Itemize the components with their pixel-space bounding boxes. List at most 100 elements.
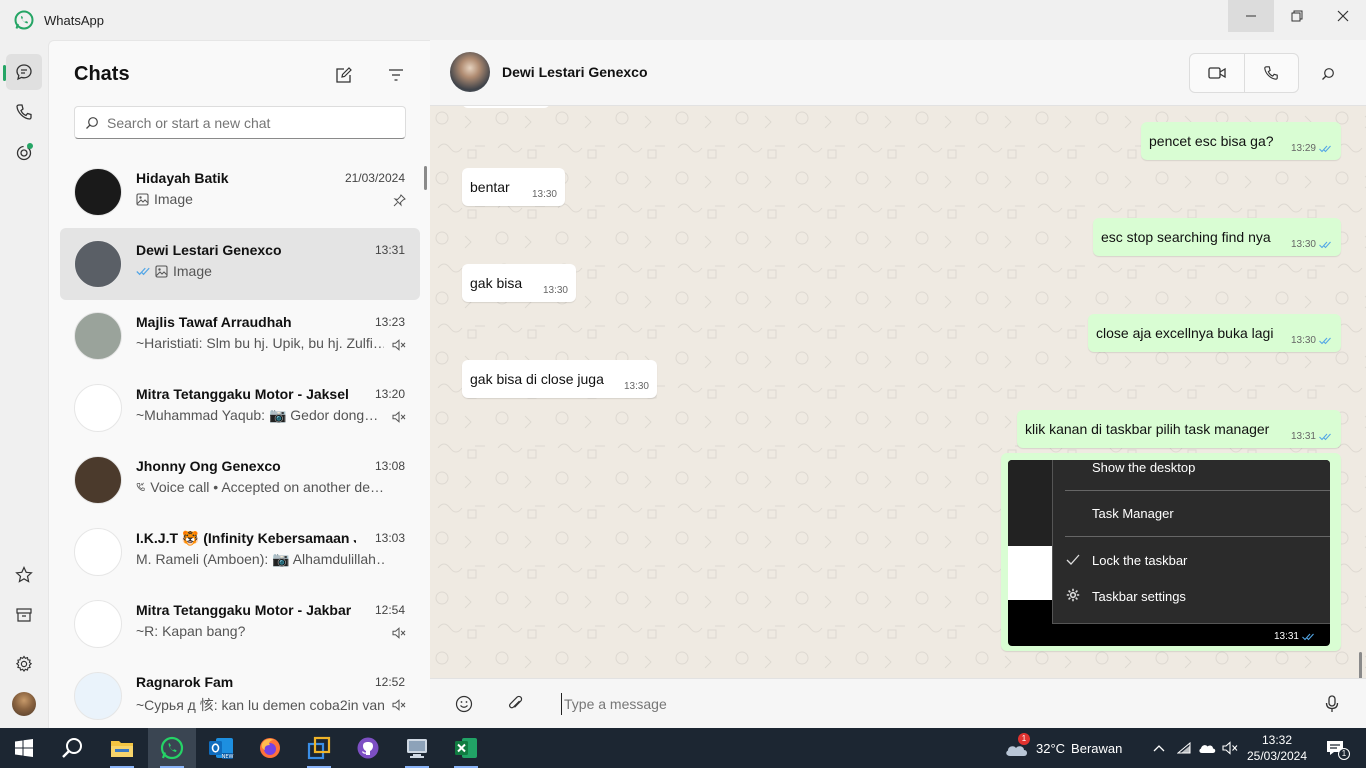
message-text: pencet esc bisa ga? [1149, 133, 1274, 149]
chat-item[interactable]: Majlis Tawaf Arraudhah 13:23 ~Haristiati: … [60, 300, 420, 372]
search-in-chat-button[interactable] [1316, 62, 1340, 86]
voice-message-button[interactable] [1320, 692, 1344, 716]
chat-avatar [74, 312, 122, 360]
message-text: gak bisa [470, 275, 523, 291]
star-icon [15, 566, 33, 583]
close-icon [1337, 10, 1349, 22]
calls-nav-button[interactable] [6, 94, 42, 130]
chat-time: 13:23 [374, 315, 405, 329]
svg-text:NEW: NEW [222, 754, 234, 760]
outgoing-message[interactable]: pencet esc bisa ga? 13:29 [1141, 122, 1341, 160]
image-message[interactable]: Show the desktop Task Manager Lock the t… [1001, 453, 1341, 651]
chat-preview-text: Image [173, 263, 212, 279]
chat-preview-text: ~Сурья д 㤥: kan lu demen coba2in van [136, 697, 384, 713]
chat-item[interactable]: Dewi Lestari Genexco 13:31 Image [60, 228, 420, 300]
minimize-button[interactable] [1228, 0, 1274, 32]
chat-name: Mitra Tetanggaku Motor - Jaksel [136, 386, 349, 402]
emoji-button[interactable] [452, 692, 476, 716]
voice-call-button[interactable] [1245, 54, 1299, 92]
taskbar-outlook[interactable]: NEW [197, 728, 245, 768]
archive-icon [16, 608, 32, 622]
compose-icon [336, 67, 352, 83]
weather-widget[interactable]: 1 32°C Berawan [1004, 728, 1122, 768]
contact-avatar[interactable] [450, 52, 490, 92]
chat-avatar [74, 384, 122, 432]
outgoing-message[interactable]: close aja excellnya buka lagi 13:30 [1088, 314, 1341, 352]
chat-item[interactable]: Mitra Tetanggaku Motor - Jakbar 12:54 ~R: … [60, 588, 420, 660]
new-chat-button[interactable] [332, 63, 356, 87]
taskbar-search-button[interactable] [48, 728, 96, 768]
screenshot-image[interactable]: Show the desktop Task Manager Lock the t… [1008, 460, 1330, 646]
starred-nav-button[interactable] [6, 557, 42, 593]
restore-icon [1291, 10, 1303, 22]
onedrive-status[interactable] [1197, 738, 1217, 758]
voice-call-icon [136, 482, 145, 491]
settings-nav-button[interactable] [6, 646, 42, 682]
incoming-message[interactable]: gak bisa di close juga 13:30 [462, 360, 657, 398]
system-clock[interactable]: 13:32 25/03/2024 [1240, 732, 1314, 764]
search-input[interactable] [107, 114, 387, 131]
chats-nav-button[interactable] [6, 54, 42, 90]
outgoing-message[interactable]: klik kanan di taskbar pilih task manager… [1017, 410, 1341, 448]
taskbar-firefox[interactable] [246, 728, 294, 768]
taskbar-file-explorer[interactable] [98, 728, 146, 768]
notification-count: 1 [1338, 748, 1350, 760]
attach-button[interactable] [504, 692, 528, 716]
taskbar-whatsapp[interactable] [148, 728, 196, 768]
chat-avatar [74, 168, 122, 216]
chat-avatar [74, 672, 122, 720]
phone-icon [1264, 66, 1279, 80]
taskbar-remote-desktop[interactable] [393, 728, 441, 768]
message-area: pencet esc bisa ga? 13:29 bentar 13:30 esc s… [430, 106, 1366, 678]
partial-message-top [462, 106, 550, 108]
paperclip-icon [509, 695, 523, 709]
chat-time: 13:03 [374, 531, 405, 545]
profile-nav-button[interactable] [6, 686, 42, 722]
chat-preview-text: ~Muhammad Yaqub: 📷 Gedor dong… [136, 407, 379, 423]
show-hidden-icons-button[interactable] [1149, 738, 1169, 758]
message-meta: 13:30 [1291, 239, 1331, 250]
call-buttons [1189, 53, 1299, 93]
filter-button[interactable] [384, 63, 408, 87]
menu-separator [1065, 536, 1330, 537]
double-tick-icon [136, 267, 150, 275]
archived-nav-button[interactable] [6, 597, 42, 633]
phone-icon [16, 104, 32, 120]
start-button[interactable] [0, 728, 48, 768]
video-call-button[interactable] [1190, 54, 1245, 92]
chat-item[interactable]: Jhonny Ong Genexco 13:08 Voice call • Acce… [60, 444, 420, 516]
message-input[interactable] [561, 693, 1301, 715]
close-button[interactable] [1320, 0, 1366, 32]
message-timestamp: 13:30 [1290, 335, 1316, 346]
incoming-message[interactable]: bentar 13:30 [462, 168, 565, 206]
taskbar-github-desktop[interactable] [344, 728, 392, 768]
chevron-up-icon [1153, 745, 1165, 752]
chat-list-scrollbar[interactable] [424, 166, 427, 190]
volume-control[interactable] [1220, 738, 1240, 758]
chat-item[interactable]: Hidayah Batik 21/03/2024 Image [60, 156, 420, 228]
taskbar-excel[interactable] [442, 728, 490, 768]
double-tick-icon [1319, 241, 1331, 248]
image-message-time: 13:31 [1274, 631, 1314, 642]
muted-icon [392, 411, 406, 423]
network-status[interactable] [1174, 738, 1194, 758]
taskbar-virtualbox[interactable] [295, 728, 343, 768]
weather-description: Berawan [1071, 740, 1123, 756]
chat-item[interactable]: I.K.J.T 🐯 (Infinity Kebersamaan J… 13:03 M… [60, 516, 420, 588]
contact-name[interactable]: Dewi Lestari Genexco [502, 64, 648, 80]
notification-center-button[interactable]: 1 [1324, 738, 1350, 760]
restore-button[interactable] [1274, 0, 1320, 32]
firefox-icon [260, 738, 280, 758]
status-nav-button[interactable] [6, 134, 42, 170]
incoming-message[interactable]: gak bisa 13:30 [462, 264, 576, 302]
chat-avatar [74, 600, 122, 648]
message-scrollbar[interactable] [1359, 652, 1362, 678]
chat-item[interactable]: Ragnarok Fam 12:52 ~Сурья д 㤥: kan lu deme… [60, 660, 420, 728]
message-meta: 13:29 [1291, 143, 1331, 154]
search-box[interactable] [74, 106, 406, 139]
outgoing-message[interactable]: esc stop searching find nya 13:30 [1093, 218, 1341, 256]
chat-avatar [74, 240, 122, 288]
chat-item[interactable]: Mitra Tetanggaku Motor - Jaksel 13:20 ~Muh… [60, 372, 420, 444]
message-meta: 13:30 [624, 381, 649, 392]
chats-heading: Chats [74, 63, 130, 85]
